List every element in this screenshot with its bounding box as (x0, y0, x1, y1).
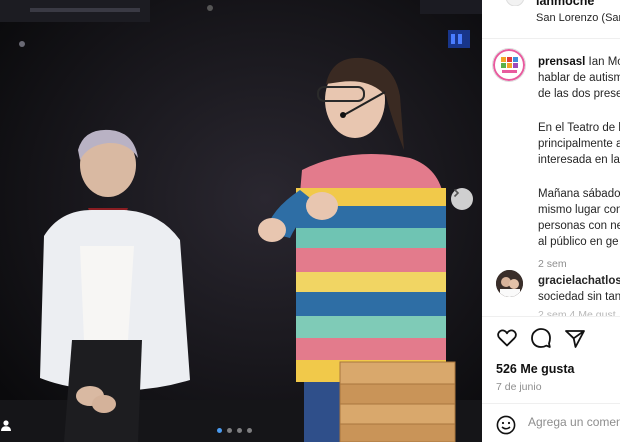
comment-meta: 2 sem 4 Me gust (538, 309, 616, 316)
caption-line: principalmente a (538, 138, 620, 150)
carousel-indicator (217, 428, 252, 433)
comment-text: sociedad sin tan (538, 291, 620, 303)
caption-line: Mañana sábado (538, 188, 620, 200)
tagged-users-button[interactable] (0, 419, 14, 433)
post-sidebar: ianmoche San Lorenzo (Santa prensasl Ian… (482, 0, 620, 442)
caption-line: personas con ne (538, 220, 620, 232)
comment: gracielachatlos sociedad sin tan (538, 273, 620, 305)
caption-line: interesada en la (538, 154, 620, 166)
prensasl-logo (493, 49, 525, 81)
post-date: 7 de junio (496, 381, 542, 393)
user-icon (1, 420, 11, 431)
caption-timestamp: 2 sem (538, 258, 567, 270)
caption-line: En el Teatro de l (538, 122, 620, 134)
comment-button[interactable] (530, 327, 552, 349)
author-avatar[interactable] (504, 0, 526, 6)
author-avatar-image (505, 0, 525, 6)
post-caption: prensasl Ian Mo hablar de autism de las … (538, 54, 620, 272)
carousel-dot (227, 428, 232, 433)
emoji-button[interactable] (496, 415, 516, 435)
carousel-dot (237, 428, 242, 433)
post-actions (496, 327, 586, 349)
paper-plane-icon (565, 329, 585, 348)
commenter-avatar-image (496, 270, 523, 297)
divider (482, 316, 620, 317)
caption-text: Ian Mo (588, 56, 620, 68)
commenter-username[interactable]: gracielachatlos (538, 275, 620, 287)
carousel-dot (217, 428, 222, 433)
author-username[interactable]: ianmoche (536, 0, 594, 8)
heart-icon (497, 329, 517, 347)
smiley-icon (496, 415, 516, 435)
caption-author-avatar[interactable] (492, 48, 526, 82)
like-count[interactable]: 526 Me gusta (496, 362, 575, 376)
caption-line: de las dos prese (538, 88, 620, 100)
add-comment-bar (482, 404, 620, 442)
caption-line: mismo lugar con (538, 204, 620, 216)
caption-username[interactable]: prensasl (538, 56, 585, 68)
like-button[interactable] (496, 327, 518, 349)
stage-scene (0, 0, 482, 442)
caption-line: hablar de autism (538, 72, 620, 84)
share-button[interactable] (564, 327, 586, 349)
caption-line: al público en ge (538, 236, 619, 248)
commenter-avatar[interactable] (496, 270, 523, 297)
post-header: ianmoche San Lorenzo (Santa (482, 0, 620, 39)
post-photo[interactable] (0, 0, 482, 442)
caption-line: prensasl Ian Mo (538, 54, 620, 70)
carousel-dot (247, 428, 252, 433)
next-photo-button[interactable] (451, 188, 473, 210)
comment-bubble-icon (531, 328, 551, 348)
post-location[interactable]: San Lorenzo (Santa (536, 12, 620, 24)
chevron-right-icon (453, 188, 460, 198)
add-comment-input[interactable] (528, 415, 620, 429)
